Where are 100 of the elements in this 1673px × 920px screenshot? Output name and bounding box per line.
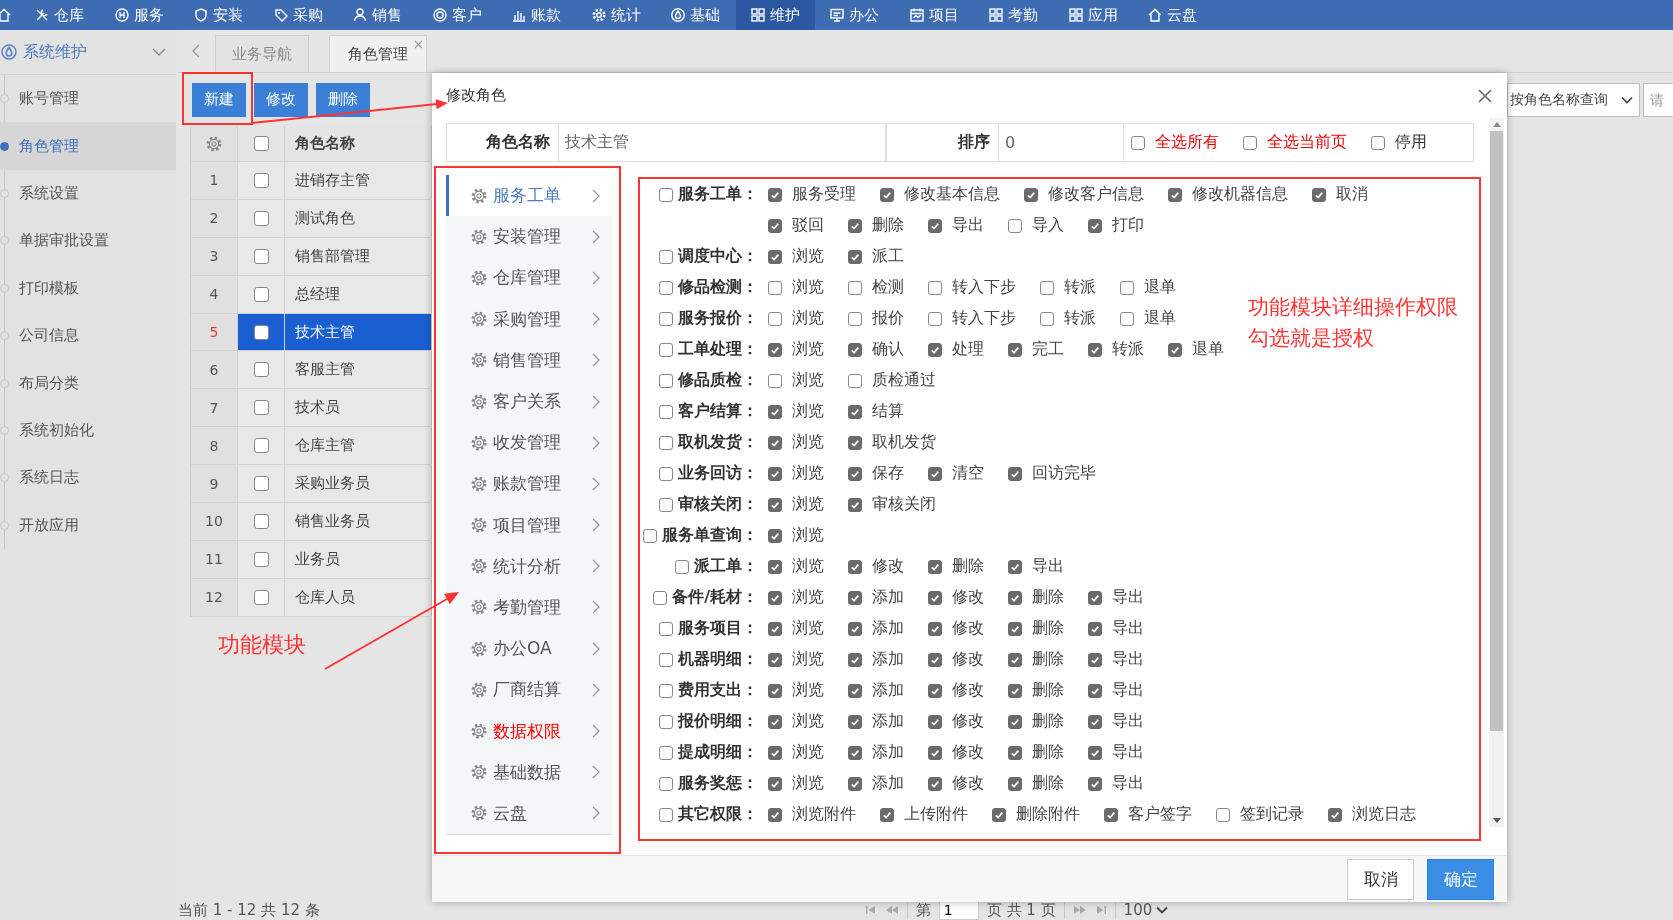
- nav-item[interactable]: 客户: [417, 0, 497, 30]
- checkbox[interactable]: [1008, 652, 1022, 667]
- checkbox[interactable]: [253, 248, 269, 264]
- checkbox[interactable]: [768, 745, 782, 760]
- table-row[interactable]: 11 业务员: [191, 540, 431, 579]
- page-field[interactable]: 1: [938, 900, 979, 920]
- checkbox[interactable]: [1088, 745, 1102, 760]
- checkbox[interactable]: [653, 590, 668, 605]
- checkbox[interactable]: [848, 590, 862, 605]
- checkbox[interactable]: [928, 714, 942, 729]
- nav-item[interactable]: 服务: [99, 0, 179, 30]
- checkbox[interactable]: [848, 621, 862, 636]
- sidebar-item[interactable]: 布局分类: [0, 359, 176, 407]
- sidebar-item[interactable]: 打印模板: [0, 264, 176, 312]
- checkbox[interactable]: [928, 311, 942, 326]
- checkbox[interactable]: [1008, 621, 1022, 636]
- module-item[interactable]: 账款管理: [446, 463, 612, 505]
- checkbox[interactable]: [253, 324, 269, 340]
- checkbox[interactable]: [1008, 745, 1022, 760]
- checkbox[interactable]: [928, 218, 942, 233]
- checkbox[interactable]: [768, 776, 782, 791]
- checkbox[interactable]: [1120, 311, 1134, 326]
- checkbox[interactable]: [768, 652, 782, 667]
- sidebar-item[interactable]: 账号管理: [0, 75, 176, 123]
- checkbox[interactable]: [1216, 807, 1230, 822]
- table-row[interactable]: 12 仓库人员: [191, 578, 431, 617]
- toolbar-button[interactable]: 修改: [254, 82, 308, 117]
- checkbox[interactable]: [659, 807, 673, 822]
- module-item[interactable]: 项目管理: [446, 504, 612, 546]
- search-field[interactable]: 请: [1643, 82, 1673, 117]
- checkbox[interactable]: [928, 683, 942, 698]
- nav-item[interactable]: 基础: [656, 0, 736, 30]
- module-item[interactable]: 数据权限: [446, 710, 612, 752]
- nav-item[interactable]: 账款: [497, 0, 577, 30]
- checkbox[interactable]: [1168, 342, 1182, 357]
- checkbox[interactable]: [643, 528, 657, 543]
- close-icon[interactable]: [1477, 87, 1493, 104]
- checkbox[interactable]: [848, 559, 862, 574]
- checkbox[interactable]: [253, 362, 269, 378]
- sidebar-item[interactable]: 公司信息: [0, 311, 176, 360]
- checkbox[interactable]: [1088, 590, 1102, 605]
- nav-item[interactable]: 云盘: [1133, 0, 1213, 30]
- checkbox[interactable]: [848, 466, 862, 481]
- checkbox[interactable]: [848, 342, 862, 357]
- checkbox[interactable]: [768, 218, 782, 233]
- checkbox[interactable]: [768, 466, 782, 481]
- checkbox[interactable]: [1088, 714, 1102, 729]
- checkbox[interactable]: [928, 559, 942, 574]
- sidebar-item[interactable]: 开放应用: [0, 501, 176, 549]
- checkbox[interactable]: [659, 249, 673, 264]
- module-item[interactable]: 客户关系: [446, 380, 612, 423]
- checkbox[interactable]: [768, 404, 782, 419]
- module-item[interactable]: 厂商结算: [446, 669, 612, 711]
- module-item[interactable]: 销售管理: [446, 339, 612, 381]
- nav-item[interactable]: 采购: [258, 0, 338, 30]
- checkbox[interactable]: [768, 559, 782, 574]
- nav-item[interactable]: 应用: [1053, 0, 1133, 30]
- checkbox[interactable]: [768, 342, 782, 357]
- table-row[interactable]: 7 技术员: [191, 389, 431, 428]
- checkbox[interactable]: [992, 807, 1006, 822]
- checkbox[interactable]: [253, 286, 269, 302]
- nav-item[interactable]: 办公: [815, 0, 895, 30]
- nav-item[interactable]: 考勤: [974, 0, 1054, 30]
- toolbar-button[interactable]: 新建: [192, 82, 246, 117]
- dialog-button[interactable]: 确定: [1427, 858, 1494, 900]
- checkbox[interactable]: [848, 776, 862, 791]
- nav-item[interactable]: 仓库: [20, 0, 100, 30]
- checkbox[interactable]: [768, 590, 782, 605]
- checkbox[interactable]: [1040, 280, 1054, 295]
- checkbox[interactable]: [768, 621, 782, 636]
- search-select[interactable]: 按角色名称查询: [1507, 82, 1640, 117]
- checkbox[interactable]: [1008, 590, 1022, 605]
- checkbox[interactable]: [1371, 135, 1385, 150]
- checkbox[interactable]: [659, 373, 673, 388]
- checkbox[interactable]: [659, 342, 673, 357]
- checkbox[interactable]: [848, 652, 862, 667]
- checkbox[interactable]: [768, 497, 782, 512]
- nav-item[interactable]: 维护: [735, 0, 815, 30]
- table-row[interactable]: 6 客服主管: [191, 351, 431, 390]
- checkbox[interactable]: [1088, 218, 1102, 233]
- module-item[interactable]: 统计分析: [446, 545, 612, 587]
- checkbox[interactable]: [1008, 342, 1022, 357]
- checkbox[interactable]: [659, 311, 673, 326]
- module-item[interactable]: 云盘: [446, 792, 612, 834]
- table-row[interactable]: 10 销售业务员: [191, 503, 431, 541]
- checkbox[interactable]: [1088, 652, 1102, 667]
- checkbox[interactable]: [1088, 621, 1102, 636]
- checkbox[interactable]: [768, 807, 782, 822]
- sidebar-item[interactable]: 系统初始化: [0, 406, 176, 455]
- checkbox[interactable]: [659, 435, 673, 450]
- checkbox[interactable]: [928, 652, 942, 667]
- chevron-down-icon[interactable]: [152, 47, 166, 57]
- checkbox[interactable]: [1088, 683, 1102, 698]
- table-row[interactable]: 4 总经理: [191, 275, 431, 314]
- checkbox[interactable]: [928, 280, 942, 295]
- checkbox[interactable]: [880, 187, 894, 202]
- checkbox[interactable]: [848, 745, 862, 760]
- checkbox[interactable]: [1008, 683, 1022, 698]
- checkbox[interactable]: [848, 280, 862, 295]
- checkbox[interactable]: [1088, 342, 1102, 357]
